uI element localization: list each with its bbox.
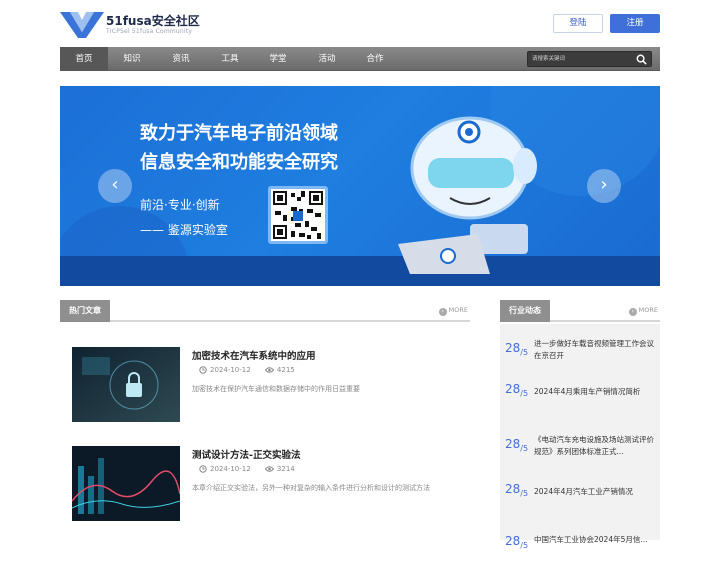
banner-prev-button[interactable]: ‹ [98, 169, 132, 203]
news-date: 28/5 [505, 534, 529, 550]
news-item[interactable]: 28/5 2024年4月汽车工业产销情况 [500, 482, 660, 534]
logo-v-icon [60, 12, 104, 38]
industry-news-title: 行业动态 [500, 300, 550, 322]
article-meta: 2024-10-12 4215 [199, 366, 295, 374]
eye-icon [264, 466, 274, 472]
industry-news-header: 行业动态 › MORE [500, 300, 660, 322]
article-meta: 2024-10-12 3214 [199, 465, 295, 473]
news-title[interactable]: 进一步做好车载音视频管理工作会议在京召开 [534, 338, 654, 362]
qr-code [268, 186, 328, 244]
news-item[interactable]: 28/5 《电动汽车充电设施及场站测试评价规范》系列团体标准正式... [500, 434, 660, 482]
search-input[interactable] [532, 53, 632, 65]
news-title[interactable]: 2024年4月汽车工业产销情况 [534, 486, 654, 498]
qr-code-pattern-icon [273, 191, 323, 239]
hot-more-link[interactable]: › MORE [438, 306, 468, 316]
news-date: 28/5 [505, 341, 529, 357]
nav-item-knowledge[interactable]: 知识 [108, 47, 156, 71]
banner-headline-1: 致力于汽车电子前沿领域 [140, 123, 338, 144]
article-date: 2024-10-12 [210, 465, 251, 473]
news-more-link[interactable]: › MORE [628, 306, 658, 316]
logo-title: 51fusa安全社区 [106, 14, 200, 28]
hot-articles-header: 热门文章 › MORE [60, 300, 470, 322]
hot-articles-title: 热门文章 [60, 300, 110, 322]
banner-bottom-band [60, 256, 660, 286]
nav-item-cooperation[interactable]: 合作 [351, 47, 399, 71]
site-logo[interactable]: 51fusa安全社区 TICPSel 51fusa Community [60, 8, 220, 42]
hero-banner[interactable]: 致力于汽车电子前沿领域 信息安全和功能安全研究 前沿·专业·创新 —— 鉴源实验… [60, 86, 660, 286]
article-views: 3214 [276, 465, 295, 473]
banner-next-button[interactable]: › [587, 169, 621, 203]
news-date: 28/5 [505, 482, 529, 498]
nav-item-news[interactable]: 资讯 [157, 47, 205, 71]
chevron-right-icon: › [600, 174, 608, 195]
news-item[interactable]: 28/5 中国汽车工业协会2024年5月信... [500, 534, 660, 582]
banner-tagline: 前沿·专业·创新 [140, 198, 220, 212]
article-title[interactable]: 测试设计方法-正交实验法 [192, 447, 300, 461]
article-views: 4215 [276, 366, 295, 374]
clock-icon [199, 366, 207, 374]
news-title[interactable]: 中国汽车工业协会2024年5月信... [534, 534, 654, 546]
article-thumbnail-lock[interactable] [72, 347, 180, 422]
logo-subtitle: TICPSel 51fusa Community [106, 28, 193, 35]
search-box [527, 51, 652, 67]
article-title[interactable]: 加密技术在汽车系统中的应用 [192, 348, 316, 362]
banner-headline-2: 信息安全和功能安全研究 [140, 152, 338, 173]
news-item[interactable]: 28/5 进一步做好车载音视频管理工作会议在京召开 [500, 338, 660, 386]
news-item[interactable]: 28/5 2024年4月乘用车产销情况简析 [500, 382, 660, 434]
arrow-right-icon: › [628, 308, 637, 316]
article-date: 2024-10-12 [210, 366, 251, 374]
site-header: 51fusa安全社区 TICPSel 51fusa Community 登陆 注… [60, 8, 660, 42]
article-item[interactable]: 测试设计方法-正交实验法 2024-10-12 3214 本章介绍正交实验法，另… [72, 446, 462, 524]
banner-lab-name: —— 鉴源实验室 [140, 223, 228, 237]
search-icon[interactable] [636, 54, 647, 65]
news-date: 28/5 [505, 382, 529, 398]
news-title[interactable]: 《电动汽车充电设施及场站测试评价规范》系列团体标准正式... [534, 434, 654, 458]
nav-item-tools[interactable]: 工具 [206, 47, 254, 71]
nav-item-academy[interactable]: 学堂 [254, 47, 302, 71]
news-list: 28/5 进一步做好车载音视频管理工作会议在京召开 28/5 2024年4月乘用… [500, 324, 660, 550]
news-date: 28/5 [505, 437, 529, 453]
eye-icon [264, 367, 274, 373]
article-description: 加密技术在保护汽车通信和数据存储中的作用日益重要 [192, 385, 360, 393]
main-nav: 首页 知识 资讯 工具 学堂 活动 合作 [60, 47, 660, 71]
chevron-left-icon: ‹ [111, 174, 119, 195]
clock-icon [199, 465, 207, 473]
article-thumbnail-chart[interactable] [72, 446, 180, 521]
nav-item-home[interactable]: 首页 [60, 47, 108, 71]
news-title[interactable]: 2024年4月乘用车产销情况简析 [534, 386, 654, 398]
register-button[interactable]: 注册 [610, 14, 660, 33]
arrow-right-icon: › [438, 308, 447, 316]
login-button[interactable]: 登陆 [553, 14, 603, 33]
article-item[interactable]: 加密技术在汽车系统中的应用 2024-10-12 4215 加密技术在保护汽车通… [72, 347, 462, 425]
article-description: 本章介绍正交实验法，另外一种对复杂的输入条件进行分析和设计的测试方法 [192, 484, 430, 492]
nav-item-events[interactable]: 活动 [303, 47, 351, 71]
robot-mascot-icon [398, 116, 537, 274]
